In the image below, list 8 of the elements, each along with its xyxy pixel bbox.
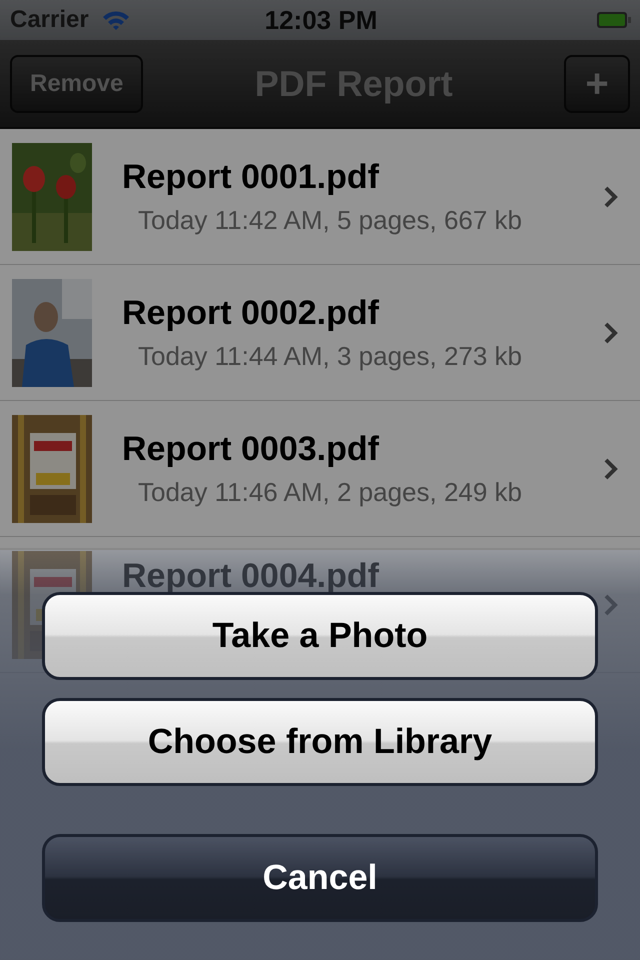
file-name: Report 0001.pdf — [122, 158, 380, 196]
file-name: Report 0003.pdf — [122, 430, 380, 468]
clock-time: 12:03 PM — [264, 4, 378, 36]
file-details: Today 11:44 AM, 3 pages, 273 kb — [137, 340, 524, 372]
file-details: Today 11:46 AM, 2 pages, 249 kb — [137, 476, 524, 508]
file-details: Today 11:42 AM, 5 pages, 667 kb — [137, 204, 524, 236]
carrier-label: Carrier — [10, 6, 89, 34]
file-name: Report 0002.pdf — [122, 294, 380, 332]
